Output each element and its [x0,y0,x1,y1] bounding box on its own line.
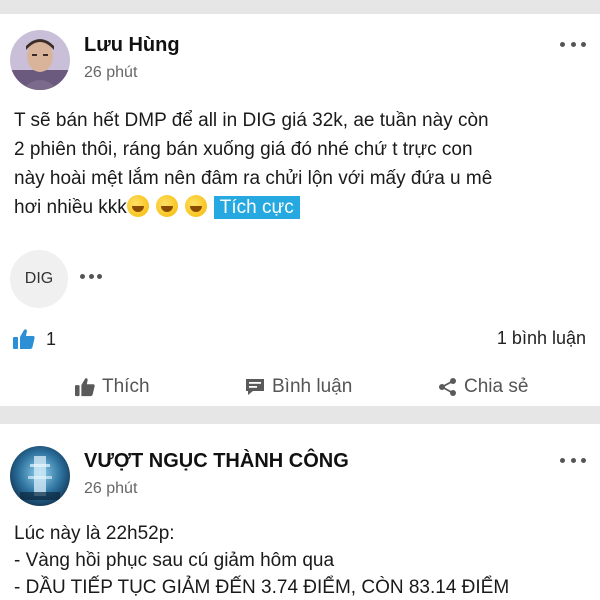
thumbs-up-icon [75,378,95,397]
dot-icon [570,457,576,463]
like-summary[interactable]: 1 [12,328,56,350]
like-label: Thích [102,376,150,397]
tag-more-button[interactable] [80,272,102,280]
post-separator [0,406,600,424]
post-body: T sẽ bán hết DMP để all in DIG giá 32k, … [14,106,586,222]
post-time: 26 phút [84,480,138,497]
post-actions: Thích Bình luận Chia sẻ [0,376,600,406]
post-text-line: 2 phiên thôi, ráng bán xuống giá đó nhé … [14,139,473,160]
dot-icon [88,273,94,279]
comment-button[interactable]: Bình luận [244,376,352,398]
post-time: 26 phút [84,64,138,81]
post-text-line: - Vàng hồi phục sau cú giảm hôm qua [14,550,335,571]
post-card: Lưu Hùng 26 phút T sẽ bán hết DMP để all… [0,14,600,406]
post-card: VƯỢT NGỤC THÀNH CÔNG 26 phút Lúc này là … [0,424,600,600]
author-name[interactable]: VƯỢT NGỤC THÀNH CÔNG [84,450,349,473]
sentiment-badge: Tích cực [213,196,300,219]
dot-icon [97,273,102,279]
dot-icon [581,41,586,47]
post-menu-button[interactable] [560,39,586,49]
post-text-line: hơi nhiều kkk [14,197,127,218]
post-text-line: Lúc này là 22h52p: [14,523,175,544]
share-icon [439,378,456,396]
comment-icon [246,379,264,395]
post-text-line: - DẦU TIẾP TỤC GIẢM ĐẾN 3.74 ĐIỂM, CÒN 8… [14,577,510,598]
share-button[interactable]: Chia sẻ [438,376,528,398]
stock-tag-dig[interactable]: DIG [10,250,68,308]
avatar[interactable] [10,446,70,506]
post-menu-button[interactable] [560,455,586,465]
dot-icon [581,457,586,463]
rofl-emoji-icon [126,195,149,217]
like-button[interactable]: Thích [74,376,150,398]
post-text-line: này hoài mệt lắm nên đâm ra chửi lộn với… [14,168,493,189]
avatar[interactable] [10,30,70,90]
dot-icon [570,41,576,47]
thumbs-up-filled-icon [13,329,35,349]
rofl-emoji-icon [155,195,178,217]
post-text-line: T sẽ bán hết DMP để all in DIG giá 32k, … [14,110,489,131]
like-count: 1 [46,328,57,349]
post-body: Lúc này là 22h52p: - Vàng hồi phục sau c… [14,520,586,600]
post-text-line-last: hơi nhiều kkk Tích cực [14,193,586,222]
top-separator [0,0,600,14]
rofl-emoji-icon [184,195,207,217]
dot-icon [560,457,565,463]
author-name[interactable]: Lưu Hùng [84,34,180,57]
comment-count-link[interactable]: 1 bình luận [497,328,586,349]
dot-icon [80,273,85,279]
dot-icon [560,41,565,47]
comment-label: Bình luận [272,376,353,397]
share-label: Chia sẻ [464,376,529,397]
